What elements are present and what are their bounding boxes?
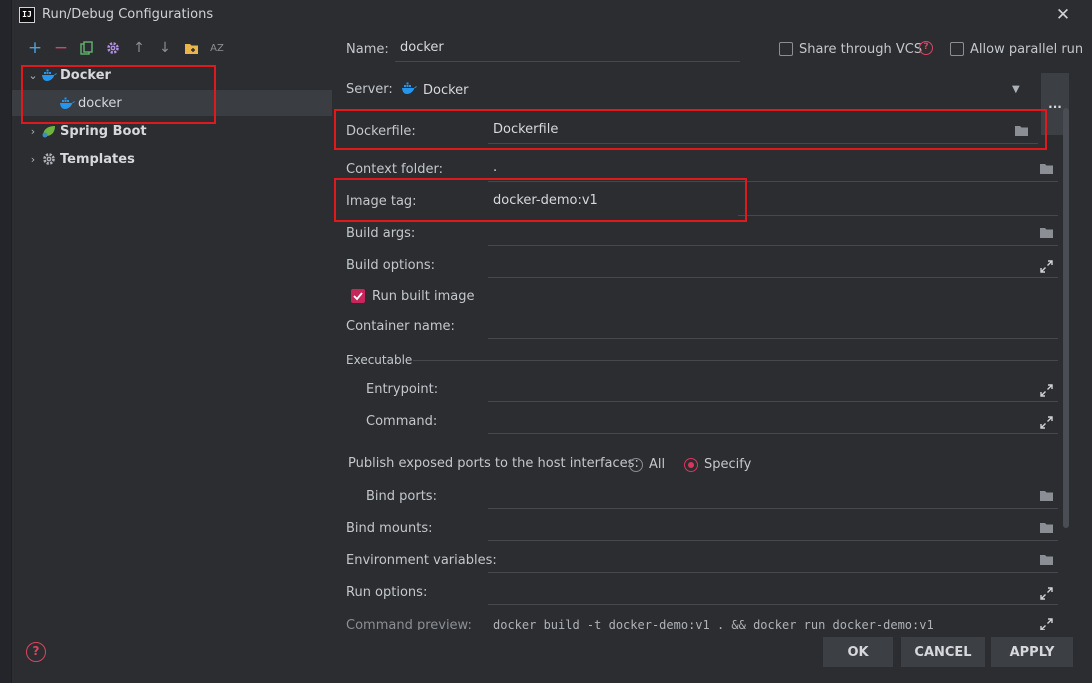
move-up-icon[interactable]: ↑ — [126, 38, 152, 58]
folder-icon[interactable] — [1037, 520, 1055, 536]
bind-mounts-input[interactable] — [488, 513, 1058, 541]
image-tag-label: Image tag: — [346, 194, 417, 209]
bind-mounts-label: Bind mounts: — [346, 521, 433, 536]
settings-gear-icon[interactable] — [100, 38, 126, 58]
radio-all[interactable] — [629, 458, 643, 472]
configurations-tree-panel: + − ↑ ↓ AZ ⌄ Docker docker › Spring Boot… — [12, 30, 332, 630]
help-icon[interactable]: ? — [26, 642, 46, 662]
dockerfile-input[interactable]: Dockerfile — [488, 116, 1038, 144]
command-label: Command: — [366, 414, 438, 429]
build-args-input[interactable] — [488, 218, 1058, 246]
publish-ports-label: Publish exposed ports to the host interf… — [348, 456, 639, 471]
sort-alphabetically-icon[interactable]: AZ — [204, 38, 230, 58]
help-icon[interactable]: ? — [919, 41, 933, 55]
share-vcs-label: Share through VCS — [799, 42, 923, 57]
tree-item-docker[interactable]: docker — [12, 90, 332, 116]
build-options-label: Build options: — [346, 258, 436, 273]
copy-icon[interactable] — [74, 38, 100, 58]
image-tag-input[interactable]: docker-demo:v1 — [488, 187, 738, 215]
run-debug-dialog: IJ Run/Debug Configurations ✕ + − ↑ ↓ AZ… — [11, 0, 1092, 683]
expand-icon[interactable] — [1038, 585, 1054, 601]
folder-icon[interactable] — [1012, 123, 1030, 139]
command-input[interactable] — [488, 406, 1058, 434]
container-name-input[interactable] — [488, 311, 1058, 339]
expand-icon[interactable] — [1038, 382, 1054, 398]
title-bar: IJ Run/Debug Configurations ✕ — [12, 0, 1092, 30]
folder-icon[interactable] — [1037, 488, 1055, 504]
folder-icon[interactable] — [1037, 552, 1055, 568]
container-name-label: Container name: — [346, 319, 455, 334]
name-label: Name: — [346, 42, 389, 57]
context-folder-label: Context folder: — [346, 162, 443, 177]
command-preview-row: Command preview: docker build -t docker-… — [333, 610, 1073, 630]
dockerfile-label: Dockerfile: — [346, 124, 416, 139]
server-value: Docker — [423, 83, 469, 98]
dropdown-arrow-icon[interactable]: ▼ — [1012, 84, 1020, 95]
command-preview-label: Command preview: — [346, 618, 472, 630]
radio-specify[interactable] — [684, 458, 698, 472]
dialog-title: Run/Debug Configurations — [42, 7, 214, 22]
share-vcs-checkbox[interactable] — [779, 42, 793, 56]
expand-icon[interactable] — [1038, 616, 1054, 630]
move-down-icon[interactable]: ↓ — [152, 38, 178, 58]
context-folder-input[interactable]: . — [488, 154, 1058, 182]
form-scrollbar[interactable] — [1063, 108, 1069, 528]
expand-icon[interactable] — [1038, 414, 1054, 430]
server-label: Server: — [346, 82, 393, 97]
bind-ports-input[interactable] — [488, 481, 1058, 509]
name-input[interactable]: docker — [395, 34, 740, 62]
bind-ports-label: Bind ports: — [366, 489, 437, 504]
server-select[interactable]: Docker — [401, 82, 469, 99]
docker-icon — [40, 68, 58, 82]
intellij-logo-icon: IJ — [19, 7, 35, 23]
cancel-button[interactable]: CANCEL — [901, 637, 985, 667]
apply-button[interactable]: APPLY — [991, 637, 1073, 667]
run-built-image-checkbox[interactable] — [351, 289, 365, 303]
env-vars-label: Environment variables: — [346, 553, 497, 568]
folder-icon[interactable] — [1037, 161, 1055, 177]
add-icon[interactable]: + — [22, 38, 48, 58]
close-icon[interactable]: ✕ — [1052, 4, 1074, 26]
docker-icon — [58, 96, 76, 110]
chevron-right-icon[interactable]: › — [26, 125, 40, 138]
tree-item-docker-group[interactable]: ⌄ Docker — [12, 62, 332, 88]
env-vars-input[interactable] — [488, 545, 1058, 573]
radio-all-label: All — [649, 457, 666, 472]
new-folder-icon[interactable] — [178, 38, 204, 58]
allow-parallel-checkbox[interactable] — [950, 42, 964, 56]
run-options-label: Run options: — [346, 585, 428, 600]
entrypoint-label: Entrypoint: — [366, 382, 439, 397]
chevron-right-icon[interactable]: › — [26, 153, 40, 166]
build-options-input[interactable] — [488, 250, 1058, 278]
chevron-down-icon[interactable]: ⌄ — [26, 69, 40, 82]
spring-boot-icon — [40, 124, 58, 138]
docker-icon — [401, 82, 417, 99]
tree-label-docker-config: docker — [78, 95, 122, 111]
tree-label-templates: Templates — [60, 151, 135, 167]
expand-icon[interactable] — [1038, 258, 1054, 274]
command-preview-value: docker build -t docker-demo:v1 . && dock… — [493, 618, 934, 630]
entrypoint-input[interactable] — [488, 374, 1058, 402]
allow-parallel-label: Allow parallel run — [970, 42, 1084, 57]
ok-button[interactable]: OK — [823, 637, 893, 667]
configuration-form: Name: docker Share through VCS ? Allow p… — [333, 30, 1092, 630]
wrench-gear-icon — [40, 152, 58, 166]
executable-section-label: Executable — [346, 353, 413, 367]
tree-item-templates[interactable]: › Templates — [12, 146, 332, 172]
tree-label-spring-boot: Spring Boot — [60, 123, 147, 139]
build-args-label: Build args: — [346, 226, 416, 241]
tree-item-spring-boot[interactable]: › Spring Boot — [12, 118, 332, 144]
run-options-input[interactable] — [488, 577, 1058, 605]
tree-label-docker: Docker — [60, 67, 111, 83]
tree-toolbar: + − ↑ ↓ AZ — [22, 38, 230, 58]
radio-specify-label: Specify — [704, 457, 752, 472]
run-built-image-label: Run built image — [372, 289, 475, 304]
remove-icon[interactable]: − — [48, 38, 74, 58]
folder-icon[interactable] — [1037, 225, 1055, 241]
